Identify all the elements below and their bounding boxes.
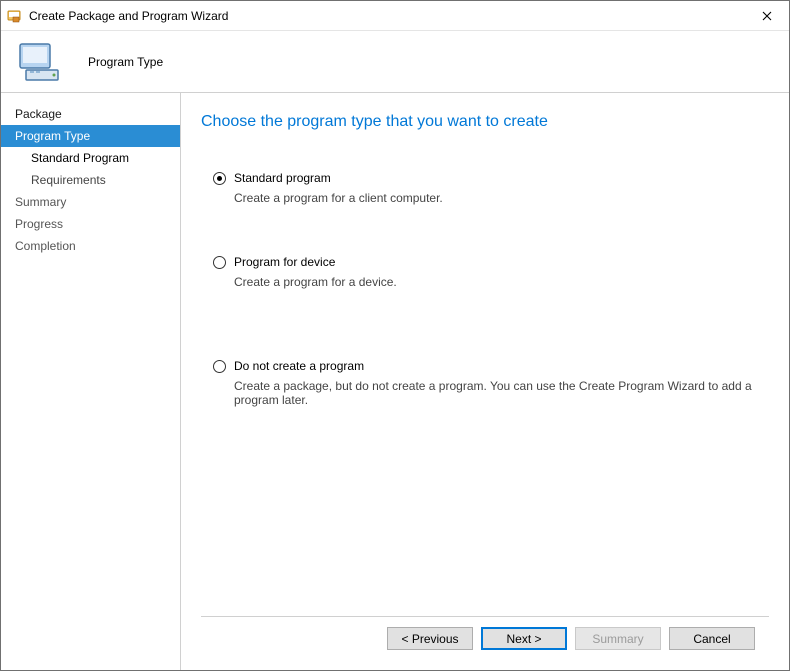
wizard-body: Package Program Type Standard Program Re… bbox=[1, 93, 789, 670]
header-computer-icon bbox=[16, 38, 64, 86]
page-heading: Choose the program type that you want to… bbox=[201, 113, 769, 131]
header-title: Program Type bbox=[88, 55, 163, 69]
app-icon bbox=[7, 8, 23, 24]
option-label: Standard program bbox=[234, 171, 331, 185]
main-panel: Choose the program type that you want to… bbox=[181, 93, 789, 670]
option-program-for-device: Program for device Create a program for … bbox=[201, 255, 769, 289]
option-desc: Create a package, but do not create a pr… bbox=[234, 379, 769, 407]
nav-item-package[interactable]: Package bbox=[1, 103, 180, 125]
radio-program-for-device[interactable] bbox=[213, 256, 226, 269]
nav-item-progress[interactable]: Progress bbox=[1, 213, 180, 235]
title-bar: Create Package and Program Wizard bbox=[1, 1, 789, 31]
option-row[interactable]: Do not create a program bbox=[213, 359, 769, 373]
next-button[interactable]: Next > bbox=[481, 627, 567, 650]
radio-standard-program[interactable] bbox=[213, 172, 226, 185]
option-standard-program: Standard program Create a program for a … bbox=[201, 171, 769, 205]
cancel-button[interactable]: Cancel bbox=[669, 627, 755, 650]
option-row[interactable]: Standard program bbox=[213, 171, 769, 185]
summary-button: Summary bbox=[575, 627, 661, 650]
previous-button[interactable]: < Previous bbox=[387, 627, 473, 650]
close-button[interactable] bbox=[744, 1, 789, 30]
option-desc: Create a program for a client computer. bbox=[234, 191, 769, 205]
nav-item-summary[interactable]: Summary bbox=[1, 191, 180, 213]
nav-item-program-type[interactable]: Program Type bbox=[1, 125, 180, 147]
nav-item-requirements[interactable]: Requirements bbox=[1, 169, 180, 191]
option-row[interactable]: Program for device bbox=[213, 255, 769, 269]
button-bar: < Previous Next > Summary Cancel bbox=[201, 616, 769, 660]
nav-sidebar: Package Program Type Standard Program Re… bbox=[1, 93, 181, 670]
window-title: Create Package and Program Wizard bbox=[29, 9, 744, 23]
wizard-window: Create Package and Program Wizard Progra… bbox=[0, 0, 790, 671]
radio-do-not-create[interactable] bbox=[213, 360, 226, 373]
option-label: Do not create a program bbox=[234, 359, 364, 373]
nav-item-standard-program[interactable]: Standard Program bbox=[1, 147, 180, 169]
nav-item-completion[interactable]: Completion bbox=[1, 235, 180, 257]
option-label: Program for device bbox=[234, 255, 335, 269]
options-group: Standard program Create a program for a … bbox=[201, 171, 769, 616]
wizard-header: Program Type bbox=[1, 31, 789, 93]
option-do-not-create: Do not create a program Create a package… bbox=[201, 359, 769, 407]
option-desc: Create a program for a device. bbox=[234, 275, 769, 289]
